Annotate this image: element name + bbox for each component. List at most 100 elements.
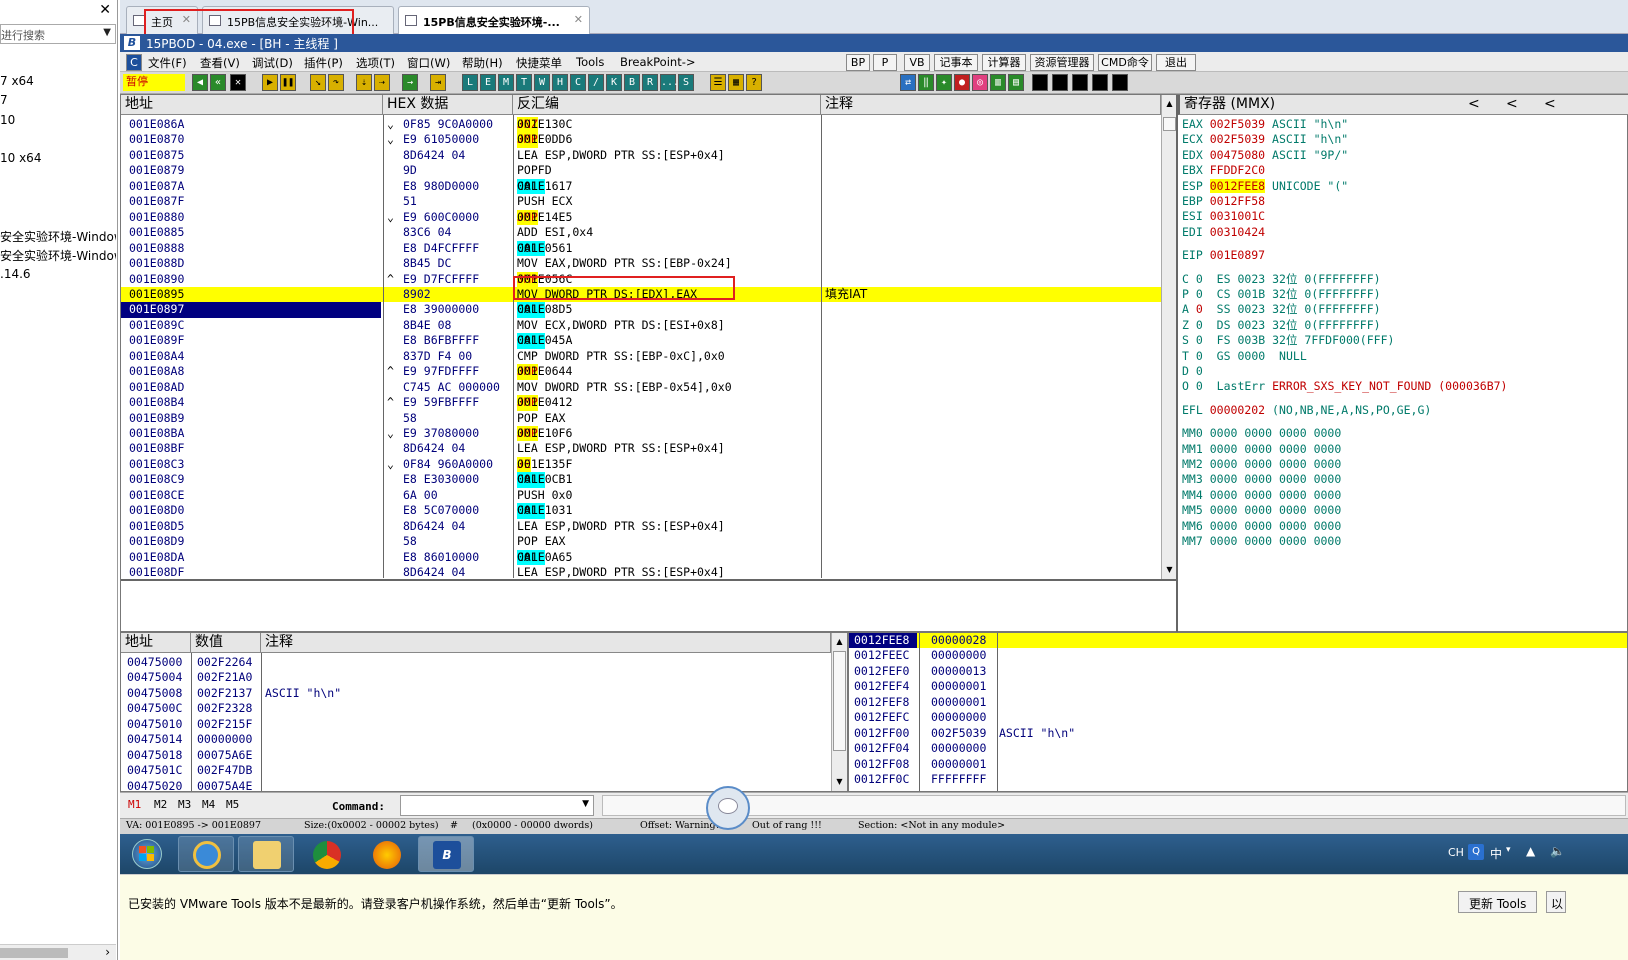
- menu-shortcuts[interactable]: 快捷菜单: [516, 55, 562, 71]
- bp-button[interactable]: BP: [846, 54, 870, 71]
- register-line[interactable]: MM6 0000 0000 0000 0000: [1182, 519, 1341, 534]
- step-into-icon[interactable]: ↘: [310, 74, 326, 91]
- language-indicator[interactable]: CH: [1448, 846, 1464, 859]
- library-item[interactable]: .14.6: [0, 267, 116, 281]
- dump-list[interactable]: 00475000 002F2264 00475004 002F21A0 00475008…: [121, 653, 831, 791]
- chevron-left-icon[interactable]: <: [1468, 95, 1480, 114]
- breakpoints-icon[interactable]: B: [624, 74, 640, 91]
- rewind-icon[interactable]: «: [210, 74, 226, 91]
- close-process-icon[interactable]: ✕: [230, 74, 246, 91]
- disasm-row[interactable]: 001E08D5 8D6424 04 LEA ESP,DWORD PTR SS:[E…: [121, 519, 1161, 534]
- disasm-row[interactable]: 001E0885 83C6 04 ADD ESI,0x4: [121, 225, 1161, 240]
- stack-list[interactable]: 0012FEE8 00000028 0012FEEC 00000000 0012FEF0…: [849, 633, 1627, 791]
- plugin-icon-1[interactable]: ‖: [918, 74, 934, 91]
- register-line[interactable]: EDI 00310424: [1182, 225, 1272, 240]
- dump-row[interactable]: 0047501C 002F47DB: [121, 763, 831, 778]
- cpu-icon[interactable]: C: [570, 74, 586, 91]
- threads-icon[interactable]: T: [516, 74, 532, 91]
- scrollbar-thumb[interactable]: [833, 651, 846, 751]
- close-icon[interactable]: ✕: [574, 13, 583, 26]
- scrollbar-thumb[interactable]: [1163, 117, 1176, 131]
- disasm-row[interactable]: 001E08BF 8D6424 04 LEA ESP,DWORD PTR SS:[E…: [121, 441, 1161, 456]
- disasm-row[interactable]: 001E08D0 E8 5C070000 CALL 001E1031: [121, 503, 1161, 519]
- column-header-disasm[interactable]: 反汇编: [513, 95, 821, 115]
- menu-window[interactable]: 窗口(W): [407, 55, 450, 71]
- disasm-row[interactable]: 001E086A ⌄ 0F85 9C0A0000 JNZ 001E130C: [121, 117, 1161, 133]
- dump-scrollbar[interactable]: ▲ ▼: [831, 633, 847, 791]
- library-item[interactable]: 7 x64: [0, 74, 116, 88]
- register-line[interactable]: MM1 0000 0000 0000 0000: [1182, 442, 1341, 457]
- dump-row[interactable]: 0047500C 002F2328: [121, 701, 831, 716]
- handles-icon[interactable]: H: [552, 74, 568, 91]
- disasm-row[interactable]: 001E089C 8B4E 08 MOV ECX,DWORD PTR DS:[ESI…: [121, 318, 1161, 333]
- menu-debug[interactable]: 调试(D): [252, 55, 293, 71]
- register-line[interactable]: MM0 0000 0000 0000 0000: [1182, 426, 1341, 441]
- menu-view[interactable]: 查看(V): [200, 55, 240, 71]
- memory-tab-m3[interactable]: M3: [178, 798, 191, 811]
- disasm-row[interactable]: 001E08DA E8 86010000 CALL 001E0A65: [121, 549, 1161, 566]
- dump-row[interactable]: 00475004 002F21A0: [121, 670, 831, 685]
- menu-file[interactable]: 文件(F): [148, 55, 187, 71]
- horizontal-scrollbar[interactable]: ›: [0, 944, 116, 960]
- stack-row[interactable]: 0012FF0C FFFFFFFF: [849, 772, 1627, 787]
- disasm-row[interactable]: 001E08C9 E8 E3030000 CALL 001E0CB1: [121, 472, 1161, 488]
- refresh-icon[interactable]: ⇄: [900, 74, 916, 91]
- disasm-row[interactable]: 001E08DF 8D6424 04 LEA ESP,DWORD PTR SS:[E…: [121, 565, 1161, 580]
- notice-more-button[interactable]: 以: [1546, 891, 1566, 913]
- grid-icon[interactable]: ▦: [728, 74, 744, 91]
- disasm-row[interactable]: 001E08B4 ^ E9 59FBFFFF JMP 001E0412: [121, 395, 1161, 411]
- trace-into-icon[interactable]: ⇣: [356, 74, 372, 91]
- cmd-button[interactable]: CMD命令: [1098, 54, 1152, 71]
- step-over-icon[interactable]: ↷: [328, 74, 344, 91]
- disasm-row[interactable]: 001E0870 ⌄ E9 61050000 JMP 001E0DD6: [121, 132, 1161, 148]
- register-line[interactable]: ESP 0012FEE8 UNICODE "(": [1182, 178, 1348, 194]
- column-header-comment[interactable]: 注释: [821, 95, 1161, 115]
- column-header-value[interactable]: 数值: [191, 633, 261, 653]
- chevron-left-icon[interactable]: <: [1544, 95, 1556, 114]
- close-icon[interactable]: ✕: [99, 2, 111, 18]
- taskbar-debugger-icon[interactable]: B: [418, 836, 474, 872]
- register-line[interactable]: EDX 00475080 ASCII "9P/": [1182, 148, 1348, 163]
- register-line[interactable]: D 0: [1182, 364, 1203, 379]
- column-header-hex[interactable]: HEX 数据: [383, 95, 513, 115]
- plugin-icon-9[interactable]: [1072, 74, 1088, 91]
- register-line[interactable]: MM2 0000 0000 0000 0000: [1182, 457, 1341, 472]
- memory-tab-m5[interactable]: M5: [226, 798, 239, 811]
- executable-modules-icon[interactable]: E: [480, 74, 496, 91]
- dump-row[interactable]: 00475018 00075A6E: [121, 748, 831, 763]
- references-icon[interactable]: R: [642, 74, 658, 91]
- memory-tab-m1[interactable]: M1: [128, 798, 141, 811]
- disasm-row[interactable]: 001E08A8 ^ E9 97FDFFFF JMP 001E0644: [121, 364, 1161, 380]
- patches-icon[interactable]: /: [588, 74, 604, 91]
- ime-mode[interactable]: 中: [1490, 845, 1502, 862]
- chevron-down-icon[interactable]: ▾: [1506, 845, 1511, 855]
- register-line[interactable]: MM7 0000 0000 0000 0000: [1182, 534, 1341, 549]
- library-item[interactable]: 10 x64: [0, 151, 116, 165]
- column-header-address[interactable]: 地址: [121, 95, 383, 115]
- call-stack-icon[interactable]: K: [606, 74, 622, 91]
- disasm-row[interactable]: 001E08BA ⌄ E9 37080000 JMP 001E10F6: [121, 426, 1161, 442]
- register-line[interactable]: O 0 LastErr ERROR_SXS_KEY_NOT_FOUND (000…: [1182, 379, 1507, 394]
- disasm-row[interactable]: 001E087F 51 PUSH ECX: [121, 194, 1161, 209]
- scrollbar-thumb[interactable]: [0, 948, 68, 958]
- disasm-row[interactable]: 001E08AD C745 AC 000000 MOV DWORD PTR SS:[…: [121, 380, 1161, 395]
- dump-row[interactable]: 00475010 002F215F: [121, 717, 831, 732]
- stack-row[interactable]: 0012FF04 00000000: [849, 741, 1627, 756]
- stack-row[interactable]: 0012FEF0 00000013: [849, 664, 1627, 679]
- stack-row[interactable]: 0012FEF4 00000001: [849, 679, 1627, 694]
- menu-tools[interactable]: Tools: [576, 55, 604, 69]
- p-button[interactable]: P: [873, 54, 897, 71]
- memory-map-icon[interactable]: M: [498, 74, 514, 91]
- disasm-row[interactable]: 001E08B9 58 POP EAX: [121, 411, 1161, 426]
- scroll-up-icon[interactable]: ▲: [1162, 97, 1177, 111]
- stack-row[interactable]: 0012FEF8 00000001: [849, 695, 1627, 710]
- library-item[interactable]: 安全实验环境-Windows: [0, 247, 116, 264]
- register-line[interactable]: ECX 002F5039 ASCII "h\n": [1182, 132, 1348, 147]
- plugin-icon-4[interactable]: ◎: [972, 74, 988, 91]
- menu-help[interactable]: 帮助(H): [462, 55, 503, 71]
- child-window-icon[interactable]: C: [126, 54, 142, 71]
- stack-row[interactable]: 0012FF08 00000001: [849, 757, 1627, 772]
- start-button[interactable]: [126, 836, 168, 872]
- tray-expand-icon[interactable]: ▲: [1526, 844, 1535, 858]
- disasm-row[interactable]: 001E087A E8 980D0000 CALL 001E1617: [121, 178, 1161, 195]
